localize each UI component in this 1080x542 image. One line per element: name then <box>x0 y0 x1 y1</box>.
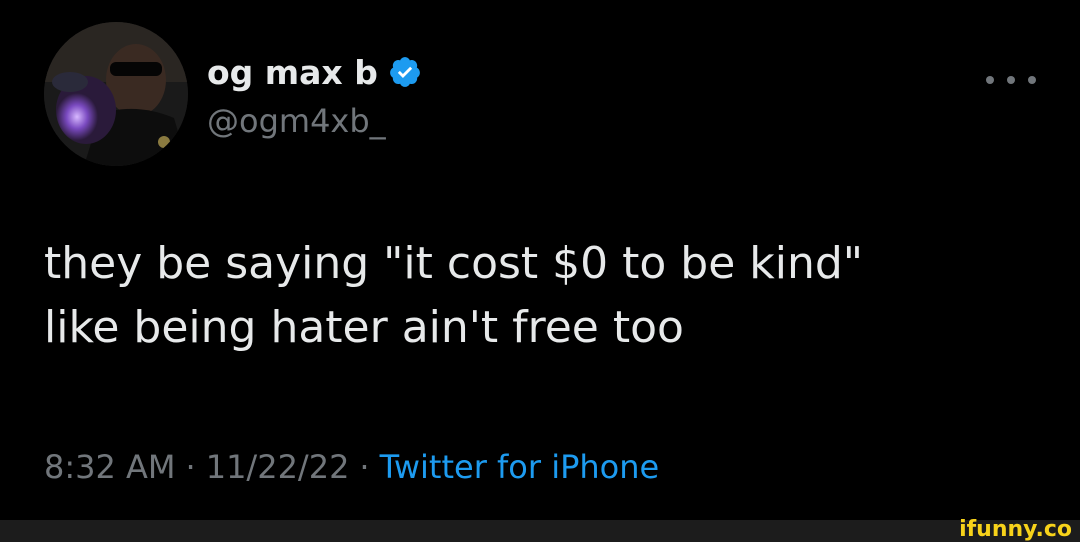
profile-avatar[interactable] <box>44 22 188 166</box>
meta-separator: · <box>185 448 196 486</box>
tweet-text: they be saying "it cost $0 to be kind" l… <box>44 238 864 353</box>
display-name[interactable]: og max b <box>207 53 378 92</box>
more-dot <box>1007 76 1015 84</box>
footer-bar <box>0 520 1080 542</box>
avatar-image <box>44 22 188 166</box>
ifunny-watermark: ifunny.co <box>959 517 1072 542</box>
more-dot <box>1028 76 1036 84</box>
more-dot <box>986 76 994 84</box>
meta-separator: · <box>359 448 370 486</box>
verified-badge-icon <box>388 55 422 89</box>
user-handle[interactable]: @ogm4xb_ <box>207 102 386 140</box>
tweet-date[interactable]: 11/22/22 <box>206 448 350 486</box>
tweet-time[interactable]: 8:32 AM <box>44 448 176 486</box>
display-name-row: og max b <box>207 50 422 94</box>
tweet-card: og max b @ogm4xb_ they be saying "it cos… <box>0 0 1080 520</box>
tweet-source-link[interactable]: Twitter for iPhone <box>380 448 660 486</box>
tweet-meta: 8:32 AM · 11/22/22 · Twitter for iPhone <box>44 448 659 486</box>
more-options-icon[interactable] <box>986 72 1036 88</box>
